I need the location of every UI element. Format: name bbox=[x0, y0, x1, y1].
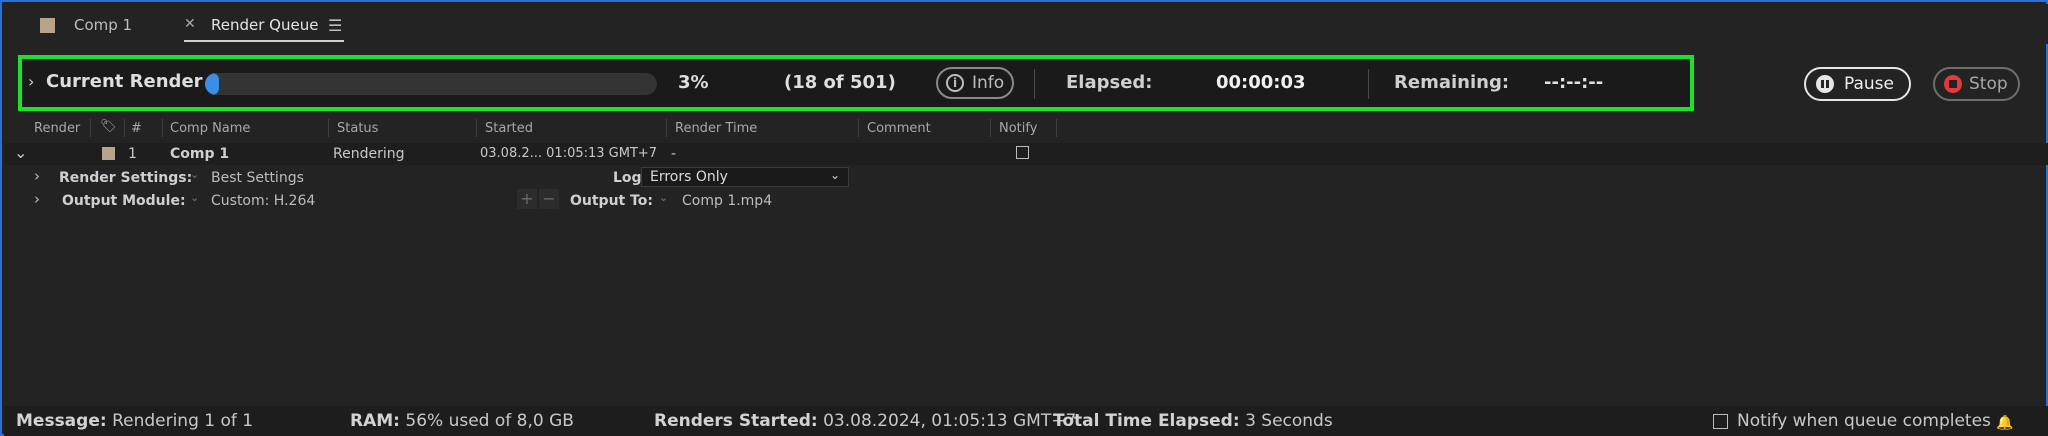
label-tag-icon[interactable]: 🏷 bbox=[100, 119, 117, 134]
tab-render-queue[interactable]: ✕ Render Queue ☰ bbox=[184, 14, 344, 42]
comp-color-swatch bbox=[40, 18, 55, 33]
render-number: 1 bbox=[128, 146, 137, 162]
pause-icon bbox=[1816, 75, 1834, 93]
pause-button-label: Pause bbox=[1844, 74, 1894, 94]
status-message: Message: Rendering 1 of 1 bbox=[16, 411, 254, 431]
column-notify[interactable]: Notify bbox=[999, 121, 1037, 136]
comp-name: Comp 1 bbox=[170, 146, 230, 162]
render-settings-value[interactable]: Best Settings bbox=[211, 170, 304, 186]
status-renders-started: Renders Started: 03.08.2024, 01:05:13 GM… bbox=[654, 411, 1077, 431]
column-divider[interactable] bbox=[666, 119, 667, 137]
log-select-value: Errors Only bbox=[650, 169, 728, 185]
column-divider[interactable] bbox=[1056, 119, 1057, 137]
divider bbox=[1034, 69, 1035, 99]
chevron-down-icon[interactable]: ⌄ bbox=[659, 191, 668, 204]
column-render[interactable]: Render bbox=[34, 121, 80, 136]
output-module-add-remove: + − bbox=[517, 189, 563, 210]
render-status: Rendering bbox=[333, 146, 405, 162]
pause-button[interactable]: Pause bbox=[1804, 67, 1911, 101]
elapsed-label: Elapsed: bbox=[1066, 72, 1153, 93]
column-number[interactable]: # bbox=[131, 121, 142, 136]
column-divider[interactable] bbox=[124, 119, 125, 137]
bell-icon: 🔔 bbox=[1996, 415, 2014, 431]
column-comp-name[interactable]: Comp Name bbox=[170, 121, 250, 136]
info-button-label: Info bbox=[972, 73, 1005, 93]
log-select[interactable]: Errors Only ⌄ bbox=[641, 167, 849, 187]
column-divider[interactable] bbox=[990, 119, 991, 137]
info-button[interactable]: i Info bbox=[936, 67, 1014, 99]
render-progress-bar bbox=[205, 73, 657, 95]
minus-icon[interactable]: − bbox=[539, 189, 559, 209]
divider bbox=[1368, 69, 1369, 99]
column-status[interactable]: Status bbox=[337, 121, 378, 136]
render-queue-panel: Comp 1 ✕ Render Queue ☰ › Current Render… bbox=[0, 0, 2048, 436]
column-started[interactable]: Started bbox=[485, 121, 533, 136]
output-module-label: Output Module: bbox=[62, 193, 186, 209]
frame-count: (18 of 501) bbox=[784, 72, 896, 93]
output-to-value[interactable]: Comp 1.mp4 bbox=[682, 193, 772, 209]
chevron-right-icon[interactable]: › bbox=[28, 72, 34, 91]
chevron-down-icon[interactable]: ⌄ bbox=[190, 191, 199, 204]
status-bar: Message: Rendering 1 of 1 RAM: 56% used … bbox=[4, 406, 2048, 436]
column-divider[interactable] bbox=[162, 119, 163, 137]
output-module-row: › Output Module: ⌄ Custom: H.264 + − Out… bbox=[4, 189, 2048, 212]
notify-queue-checkbox[interactable] bbox=[1713, 414, 1728, 429]
plus-icon[interactable]: + bbox=[517, 189, 537, 209]
stop-button-label: Stop bbox=[1969, 74, 2008, 94]
column-divider[interactable] bbox=[328, 119, 329, 137]
tab-label: Render Queue bbox=[211, 16, 319, 34]
table-row[interactable]: ⌄ 1 Comp 1 Rendering 03.08.2... 01:05:13… bbox=[4, 143, 2048, 165]
close-icon[interactable]: ✕ bbox=[184, 16, 196, 32]
chevron-down-icon[interactable]: ⌄ bbox=[14, 143, 27, 162]
column-divider[interactable] bbox=[476, 119, 477, 137]
current-render-title: Current Render bbox=[46, 71, 203, 92]
column-divider[interactable] bbox=[858, 119, 859, 137]
chevron-down-icon: ⌄ bbox=[829, 168, 840, 182]
panel-menu-icon[interactable]: ☰ bbox=[328, 16, 342, 35]
stop-icon bbox=[1944, 75, 1962, 93]
elapsed-value: 00:00:03 bbox=[1216, 72, 1306, 93]
chevron-right-icon[interactable]: › bbox=[34, 190, 40, 208]
render-progress-fill bbox=[205, 73, 219, 95]
remaining-value: --:--:-- bbox=[1544, 72, 1604, 93]
render-settings-label: Render Settings: bbox=[59, 170, 193, 186]
output-to-label: Output To: bbox=[570, 193, 654, 209]
status-ram: RAM: 56% used of 8,0 GB bbox=[350, 411, 574, 431]
current-render-strip: › Current Render 3% (18 of 501) i Info E… bbox=[18, 55, 1694, 111]
status-total-elapsed: Total Time Elapsed: 3 Seconds bbox=[1053, 411, 1333, 431]
notify-checkbox[interactable] bbox=[1016, 146, 1029, 159]
render-started: 03.08.2... 01:05:13 GMT+7 bbox=[480, 146, 658, 161]
panel-tab-bar: Comp 1 ✕ Render Queue ☰ bbox=[4, 4, 2048, 44]
render-time: - bbox=[671, 146, 677, 162]
chevron-down-icon[interactable]: ⌄ bbox=[190, 168, 199, 181]
comp-label-swatch[interactable] bbox=[102, 147, 115, 160]
table-header: Render 🏷 # Comp Name Status Started Rend… bbox=[4, 119, 2048, 139]
column-render-time[interactable]: Render Time bbox=[675, 121, 757, 136]
stop-button[interactable]: Stop bbox=[1933, 67, 2020, 101]
info-icon: i bbox=[946, 74, 964, 92]
tab-label: Comp 1 bbox=[74, 16, 133, 34]
notify-queue-label: Notify when queue completes bbox=[1737, 411, 1991, 431]
chevron-right-icon[interactable]: › bbox=[34, 167, 40, 185]
remaining-label: Remaining: bbox=[1394, 72, 1510, 93]
output-module-value[interactable]: Custom: H.264 bbox=[211, 193, 315, 209]
render-settings-row: › Render Settings: ⌄ Best Settings Log: … bbox=[4, 167, 2048, 189]
column-comment[interactable]: Comment bbox=[867, 121, 931, 136]
progress-percent: 3% bbox=[678, 72, 709, 93]
column-divider[interactable] bbox=[90, 119, 91, 137]
